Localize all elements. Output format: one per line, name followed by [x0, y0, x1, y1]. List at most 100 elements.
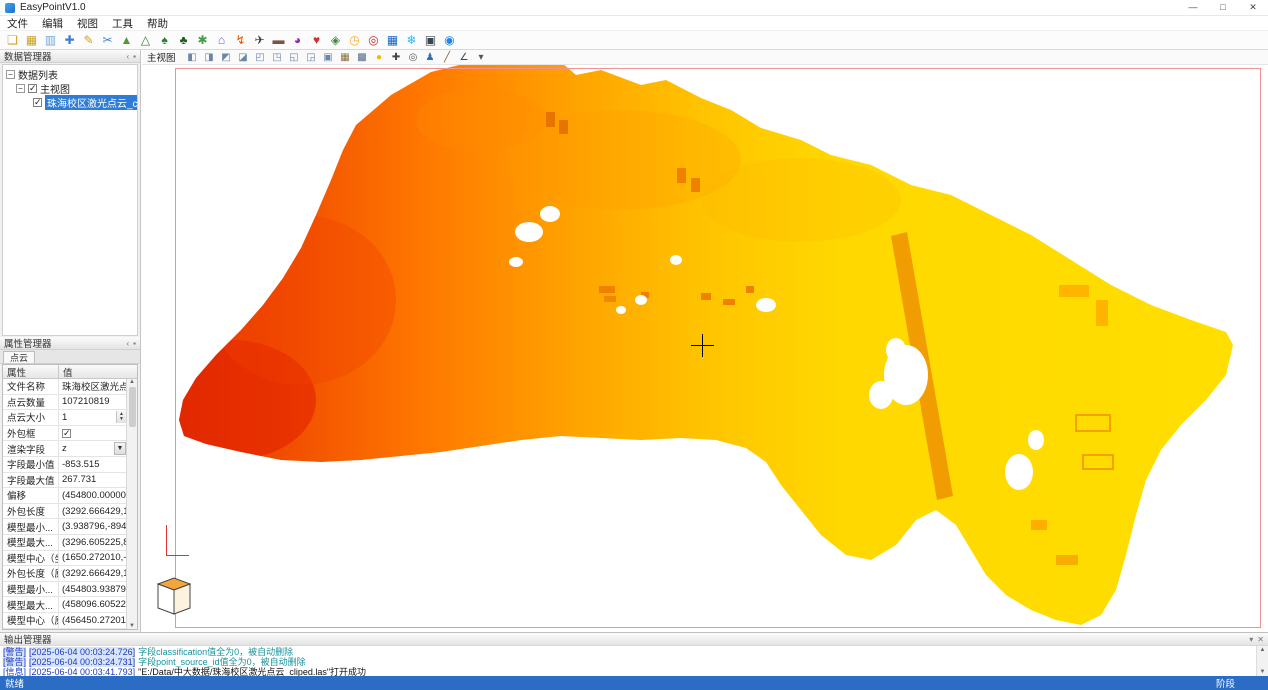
heart-icon[interactable]: ♥ — [307, 32, 326, 49]
data-manager-header: 数据管理器 ‹ ▪ — [0, 50, 140, 63]
pin-icon[interactable]: ▪ — [133, 339, 136, 348]
sun-icon[interactable]: ● — [371, 51, 388, 64]
property-scrollbar[interactable]: ▲ ▼ — [126, 379, 137, 629]
minimize-button[interactable]: — — [1178, 0, 1208, 15]
orbit-icon[interactable]: ◎ — [405, 51, 422, 64]
collapse-icon[interactable]: ‹ — [126, 52, 129, 61]
layer-checkbox[interactable] — [33, 98, 42, 107]
clip-icon[interactable]: ✂ — [98, 32, 117, 49]
pin-icon[interactable]: ▪ — [133, 52, 136, 61]
checkbox[interactable] — [62, 429, 71, 438]
menu-item[interactable]: 视图 — [70, 16, 105, 31]
render-canvas[interactable] — [142, 65, 1268, 632]
menu-item[interactable]: 文件 — [0, 16, 35, 31]
window-title: EasyPointV1.0 — [20, 2, 86, 13]
scroll-up-icon[interactable]: ▲ — [129, 379, 135, 385]
ground-icon[interactable]: ▬ — [269, 32, 288, 49]
close-button[interactable]: ✕ — [1238, 0, 1268, 15]
target-icon[interactable]: ◎ — [364, 32, 383, 49]
measure-tool-icon[interactable]: ✎ — [79, 32, 98, 49]
property-row[interactable]: 渲染字段 z ▲▼ ▼ — [3, 441, 126, 457]
grid-icon[interactable]: ▦ — [383, 32, 402, 49]
camera-icon[interactable]: ▣ — [421, 32, 440, 49]
property-row[interactable]: 字段最大值 267.731 ▲▼ ▼ — [3, 473, 126, 489]
view-bottom-icon[interactable]: ◳ — [269, 51, 286, 64]
powerline-icon[interactable]: ↯ — [231, 32, 250, 49]
property-row[interactable]: 模型最小... (3.938796,-894.67... ▲▼ ▼ — [3, 519, 126, 535]
scroll-down-icon[interactable]: ▼ — [1260, 669, 1266, 675]
scroll-thumb[interactable] — [129, 387, 136, 427]
property-row[interactable]: 点云大小 1 ▲▼ ▼ — [3, 410, 126, 426]
building-icon[interactable]: ⌂ — [212, 32, 231, 49]
tree-node-data-list[interactable]: − 数据列表 — [3, 67, 137, 81]
view-right-icon[interactable]: ◪ — [235, 51, 252, 64]
spinner[interactable]: ▲▼ — [116, 411, 126, 423]
angle-icon[interactable]: ∠ — [456, 51, 473, 64]
property-row[interactable]: 模型最大... (3296.605225,868... ▲▼ ▼ — [3, 535, 126, 551]
property-row[interactable]: 模型最大... (458096.605225,2... ▲▼ ▼ — [3, 597, 126, 613]
expander-icon[interactable]: − — [16, 84, 25, 93]
property-row[interactable]: 偏移 (454800.000000,2... ▲▼ ▼ — [3, 488, 126, 504]
scroll-down-icon[interactable]: ▼ — [129, 623, 135, 629]
tab-pointcloud[interactable]: 点云 — [3, 351, 35, 363]
view-top-icon[interactable]: ◰ — [252, 51, 269, 64]
property-table: 属性 值 文件名称 珠海校区激光点云... ▲▼ ▼ 点云数量 — [2, 364, 138, 630]
view-front-icon[interactable]: ◧ — [184, 51, 201, 64]
property-row[interactable]: 字段最小值 -853.515 ▲▼ ▼ — [3, 457, 126, 473]
shield-icon[interactable]: ◈ — [326, 32, 345, 49]
view-iso-icon[interactable]: ◱ — [286, 51, 303, 64]
collapse-icon[interactable]: ‹ — [126, 339, 129, 348]
tree-icon[interactable]: ♠ — [155, 32, 174, 49]
export-icon[interactable]: ▥ — [41, 32, 60, 49]
property-row[interactable]: 点云数量 107210819 ▲▼ ▼ — [3, 395, 126, 411]
property-row[interactable]: 外包框 ▲▼ ▼ — [3, 426, 126, 442]
menu-item[interactable]: 帮助 — [140, 16, 175, 31]
ruler-icon[interactable]: ╱ — [439, 51, 456, 64]
crosshair-tool-icon[interactable]: ✚ — [388, 51, 405, 64]
property-row[interactable]: 模型中心（原... (456450.272010,2... ▲▼ ▼ — [3, 613, 126, 629]
title-bar: EasyPointV1.0 — □ ✕ — [0, 0, 1268, 16]
property-row[interactable]: 模型最小... (454803.938796,2... ▲▼ ▼ — [3, 582, 126, 598]
scroll-up-icon[interactable]: ▲ — [1260, 647, 1266, 653]
output-panel: 输出管理器 ▾ ✕ [警告][2025-06-04 00:03:24.726]字… — [0, 632, 1268, 676]
classify-icon[interactable]: ◕ — [288, 32, 307, 49]
snapshot-icon[interactable]: ▦ — [337, 51, 354, 64]
mountain-icon[interactable]: △ — [136, 32, 155, 49]
open-file-icon[interactable]: ❏ — [3, 32, 22, 49]
property-row[interactable]: 文件名称 珠海校区激光点云... ▲▼ ▼ — [3, 379, 126, 395]
terrain-icon[interactable]: ▲ — [117, 32, 136, 49]
property-row[interactable]: 外包长度（原... (3292.666429,176... ▲▼ ▼ — [3, 566, 126, 582]
menu-item[interactable]: 工具 — [105, 16, 140, 31]
more-dropdown-icon[interactable]: ▾ — [473, 51, 490, 64]
main-view-checkbox[interactable] — [28, 84, 37, 93]
property-row[interactable]: 外包长度 (3292.666429,176... ▲▼ ▼ — [3, 504, 126, 520]
forest-icon[interactable]: ♣ — [174, 32, 193, 49]
snowflake-icon[interactable]: ❄ — [402, 32, 421, 49]
navigation-cube[interactable] — [150, 570, 194, 618]
tool-icon[interactable]: ✚ — [60, 32, 79, 49]
clock-icon[interactable]: ◷ — [345, 32, 364, 49]
dropdown-arrow-icon[interactable]: ▼ — [114, 442, 126, 455]
output-scrollbar[interactable]: ▲ ▼ — [1256, 646, 1268, 676]
maximize-button[interactable]: □ — [1208, 0, 1238, 15]
expander-icon[interactable]: − — [6, 70, 15, 79]
property-manager-title: 属性管理器 — [4, 336, 52, 350]
view-back-icon[interactable]: ◨ — [201, 51, 218, 64]
close-icon[interactable]: ✕ — [1257, 635, 1264, 644]
property-row[interactable]: 模型中心（坐... (1650.272010,-12... ▲▼ ▼ — [3, 551, 126, 567]
save-icon[interactable]: ▦ — [22, 32, 41, 49]
airplane-icon[interactable]: ✈ — [250, 32, 269, 49]
view-iso2-icon[interactable]: ◲ — [303, 51, 320, 64]
view-reset-icon[interactable]: ▣ — [320, 51, 337, 64]
view-left-icon[interactable]: ◩ — [218, 51, 235, 64]
person-icon[interactable]: ♟ — [422, 51, 439, 64]
property-rows: 文件名称 珠海校区激光点云... ▲▼ ▼ 点云数量 107210819 ▲▼ — [3, 379, 126, 629]
menu-item[interactable]: 编辑 — [35, 16, 70, 31]
viewport-tab[interactable]: 主视图 — [147, 50, 176, 64]
dropdown-icon[interactable]: ▾ — [1249, 635, 1253, 644]
tree-node-main-view[interactable]: − 主视图 — [3, 81, 137, 95]
tree-node-layer[interactable]: 珠海校区激光点云_cliped — [3, 95, 137, 109]
image-icon[interactable]: ▩ — [354, 51, 371, 64]
vegetation-icon[interactable]: ✱ — [193, 32, 212, 49]
globe-icon[interactable]: ◉ — [440, 32, 459, 49]
